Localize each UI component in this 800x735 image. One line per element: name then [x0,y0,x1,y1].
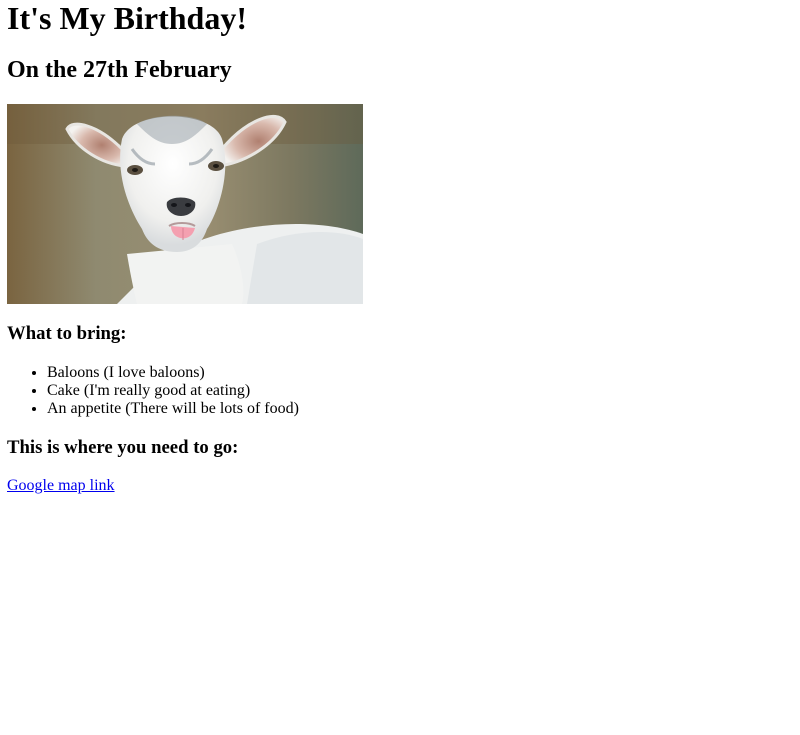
page-subtitle: On the 27th February [7,57,232,83]
page-title: It's My Birthday! [7,0,247,36]
list-item: Cake (I'm really good at eating) [47,382,299,400]
bring-heading: What to bring: [7,323,127,344]
google-map-link[interactable]: Google map link [7,477,115,495]
location-heading: This is where you need to go: [7,437,239,458]
list-item: Baloons (I love baloons) [47,364,299,382]
list-item: An appetite (There will be lots of food) [47,400,299,418]
bring-list: Baloons (I love baloons) Cake (I'm reall… [7,364,299,418]
goat-photo [7,104,363,304]
